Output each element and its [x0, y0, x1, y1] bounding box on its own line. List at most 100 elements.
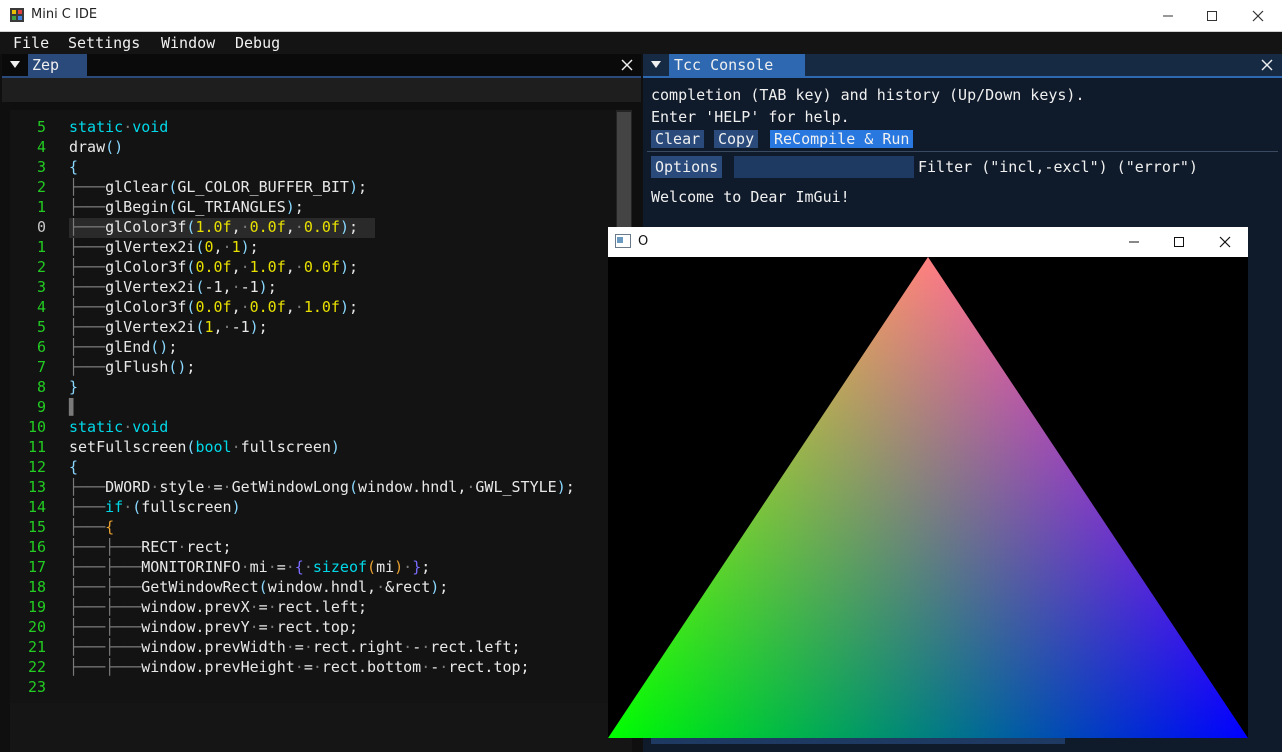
zep-close-button[interactable]: [618, 56, 636, 74]
code-line[interactable]: 16 ├───├───RECT·rect;: [10, 538, 616, 558]
line-number: 20: [27, 618, 46, 636]
window-title: Mini C IDE: [31, 7, 98, 22]
line-number: 9: [36, 398, 46, 416]
minimize-icon: [1163, 15, 1173, 16]
tcc-collapse-button[interactable]: [645, 54, 667, 76]
code-line[interactable]: 8}: [10, 378, 616, 398]
line-number: 19: [27, 598, 46, 616]
code-text: ├───glVertex2i(0,·1);: [69, 238, 259, 256]
zep-tab-bar: [2, 54, 641, 78]
line-number: 6: [36, 338, 46, 356]
code-line[interactable]: 21 ├───├───window.prevWidth·=·rect.right·…: [10, 638, 616, 658]
code-text: ├───├───window.prevHeight·=·rect.bottom·…: [69, 658, 530, 676]
line-number: 12: [27, 458, 46, 476]
code-line[interactable]: 14 ├───if·(fullscreen): [10, 498, 616, 518]
code-line[interactable]: 3{: [10, 158, 616, 178]
line-number: 16: [27, 538, 46, 556]
code-text: ├───glEnd();: [69, 338, 178, 356]
code-line[interactable]: 6 ├───glEnd();: [10, 338, 616, 358]
clear-button[interactable]: Clear: [651, 130, 705, 148]
code-line[interactable]: 1 ├───glVertex2i(0,·1);: [10, 238, 616, 258]
editor-bottom-area: [10, 703, 632, 752]
minimize-icon: [1129, 241, 1139, 243]
tab-zep-label: Zep: [32, 56, 60, 74]
close-icon: [1219, 236, 1231, 248]
chevron-down-icon: [651, 61, 661, 68]
copy-button[interactable]: Copy: [714, 130, 759, 148]
code-line[interactable]: 2 ├───glColor3f(0.0f,·1.0f,·0.0f);: [10, 258, 616, 278]
code-line[interactable]: 15 ├───{: [10, 518, 616, 538]
code-text: {: [69, 458, 79, 476]
code-line[interactable]: 9 ▌: [10, 398, 616, 418]
code-line[interactable]: 22 ├───├───window.prevHeight·=·rect.botto…: [10, 658, 616, 678]
filter-input[interactable]: [734, 156, 914, 178]
app-icon: [10, 8, 24, 22]
zep-collapse-button[interactable]: [4, 54, 26, 76]
code-text: ├───DWORD·style·=·GetWindowLong(window.h…: [69, 478, 575, 496]
code-line[interactable]: 3 ├───glVertex2i(-1,·-1);: [10, 278, 616, 298]
code-text: ├───glFlush();: [69, 358, 196, 376]
code-text: ├───├───window.prevWidth·=·rect.right·-·…: [69, 638, 521, 656]
code-line[interactable]: 4 draw(): [10, 138, 616, 158]
code-line[interactable]: 11 setFullscreen(bool·fullscreen): [10, 438, 616, 458]
menu-debug[interactable]: Debug: [235, 34, 280, 52]
tcc-close-button[interactable]: [1258, 56, 1276, 74]
gl-maximize-button[interactable]: [1156, 227, 1202, 257]
line-number: 10: [27, 418, 46, 436]
close-icon: [1252, 10, 1264, 21]
console-separator: [647, 151, 1278, 152]
code-text: }: [69, 378, 79, 396]
maximize-button[interactable]: [1189, 0, 1235, 31]
code-text: ├───if·(fullscreen): [69, 498, 241, 516]
code-line[interactable]: 19 ├───├───window.prevX·=·rect.left;: [10, 598, 616, 618]
recompile-run-button[interactable]: ReCompile & Run: [770, 130, 914, 148]
menu-window[interactable]: Window: [161, 34, 215, 52]
minimize-button[interactable]: [1145, 0, 1191, 31]
editor-scrollbar-thumb[interactable]: [617, 112, 631, 230]
code-line[interactable]: 23: [10, 678, 616, 698]
window-titlebar[interactable]: [0, 0, 1282, 32]
close-icon: [621, 59, 633, 71]
code-line[interactable]: 18 ├───├───GetWindowRect(window.hndl,·&re…: [10, 578, 616, 598]
code-line[interactable]: 5 ├───glVertex2i(1,·-1);: [10, 318, 616, 338]
gl-window-title: O: [638, 234, 649, 249]
code-text: ├───glVertex2i(-1,·-1);: [69, 278, 277, 296]
gl-canvas: [608, 257, 1248, 738]
maximize-icon: [1207, 10, 1217, 21]
menu-file[interactable]: File: [13, 34, 49, 52]
code-line[interactable]: 13 ├───DWORD·style·=·GetWindowLong(window…: [10, 478, 616, 498]
options-button[interactable]: Options: [651, 156, 723, 178]
code-text: ├───├───window.prevX·=·rect.left;: [69, 598, 368, 616]
code-text: static·void: [69, 418, 169, 436]
line-number: 7: [36, 358, 46, 376]
code-line[interactable]: 2 ├───glClear(GL_COLOR_BUFFER_BIT);: [10, 178, 616, 198]
code-line[interactable]: 17 ├───├───MONITORINFO·mi·=·{·sizeof(mi)·…: [10, 558, 616, 578]
code-line[interactable]: 5 static·void: [10, 118, 616, 138]
line-number: 17: [27, 558, 46, 576]
code-text: setFullscreen(bool·fullscreen): [69, 438, 340, 456]
gl-minimize-button[interactable]: [1111, 227, 1157, 257]
code-line[interactable]: 1 ├───glBegin(GL_TRIANGLES);: [10, 198, 616, 218]
code-text: ├───glColor3f(0.0f,·1.0f,·0.0f);: [69, 258, 358, 276]
code-line[interactable]: 12 {: [10, 458, 616, 478]
line-number: 22: [27, 658, 46, 676]
code-line[interactable]: 20 ├───├───window.prevY·=·rect.top;: [10, 618, 616, 638]
code-text: ├───glVertex2i(1,·-1);: [69, 318, 268, 336]
menu-settings[interactable]: Settings: [68, 34, 140, 52]
code-line[interactable]: 7 ├───glFlush();: [10, 358, 616, 378]
line-number: 1: [36, 198, 46, 216]
code-text: {: [69, 158, 79, 176]
line-number: 2: [36, 178, 46, 196]
code-line[interactable]: 10 static·void: [10, 418, 616, 438]
gl-close-button[interactable]: [1202, 227, 1248, 257]
line-number: 3: [36, 278, 46, 296]
window-app-icon: [615, 234, 631, 248]
code-line[interactable]: 0 ├───glColor3f(1.0f,·0.0f,·0.0f);: [10, 218, 616, 238]
close-button[interactable]: [1235, 0, 1281, 31]
code-text: ├───glColor3f(1.0f,·0.0f,·0.0f);: [69, 218, 358, 236]
line-number: 18: [27, 578, 46, 596]
code-text: static·void: [69, 118, 169, 136]
rgb-triangle: [608, 257, 1248, 738]
line-number: 5: [36, 318, 46, 336]
code-line[interactable]: 4 ├───glColor3f(0.0f,·0.0f,·1.0f);: [10, 298, 616, 318]
